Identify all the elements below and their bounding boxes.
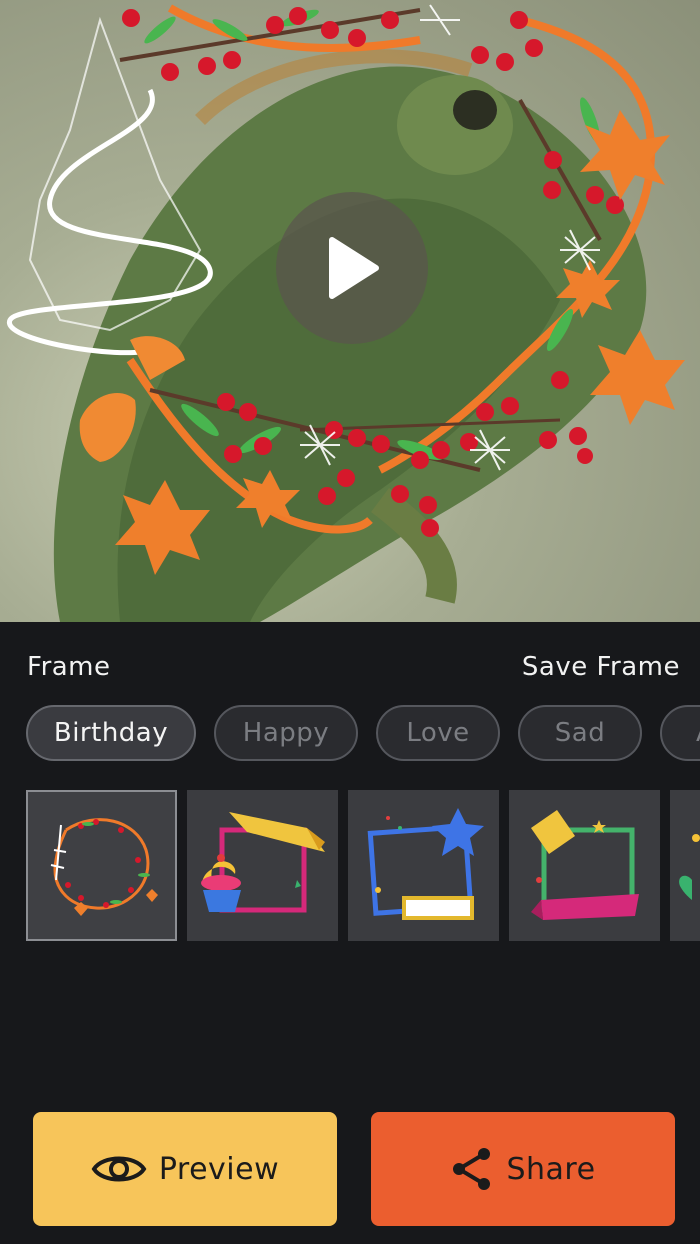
eye-icon <box>91 1149 147 1189</box>
ribbon-frame-icon <box>531 810 639 920</box>
star-frame-icon <box>367 808 484 920</box>
frame-thumb-wreath[interactable] <box>26 790 177 941</box>
play-button[interactable] <box>276 192 428 344</box>
wreath-frame-icon <box>50 818 158 916</box>
share-button[interactable]: Share <box>371 1112 675 1226</box>
chip-partial[interactable]: A <box>660 705 700 761</box>
frame-thumb-cupcake[interactable] <box>187 790 338 941</box>
photo-preview[interactable] <box>0 0 700 622</box>
chip-love[interactable]: Love <box>376 705 500 761</box>
preview-label: Preview <box>158 1151 280 1187</box>
share-icon <box>450 1146 494 1192</box>
chip-sad[interactable]: Sad <box>518 705 642 761</box>
frame-thumbnails <box>26 790 700 942</box>
frame-section-title: Frame <box>27 652 111 682</box>
heart-frame-icon <box>679 834 700 900</box>
frame-panel: Frame Save Frame Birthday Happy Love Sad A <box>0 622 700 1244</box>
preview-button[interactable]: Preview <box>33 1112 337 1226</box>
frame-thumb-partial[interactable] <box>670 790 700 941</box>
frame-thumb-star[interactable] <box>348 790 499 941</box>
save-frame-button[interactable]: Save Frame <box>522 652 680 682</box>
frame-thumb-ribbon[interactable] <box>509 790 660 941</box>
category-chips: Birthday Happy Love Sad A <box>26 705 700 763</box>
cupcake-frame-icon <box>201 812 325 913</box>
chip-happy[interactable]: Happy <box>214 705 358 761</box>
share-label: Share <box>506 1151 596 1187</box>
chip-birthday[interactable]: Birthday <box>26 705 196 761</box>
play-icon <box>329 237 379 299</box>
